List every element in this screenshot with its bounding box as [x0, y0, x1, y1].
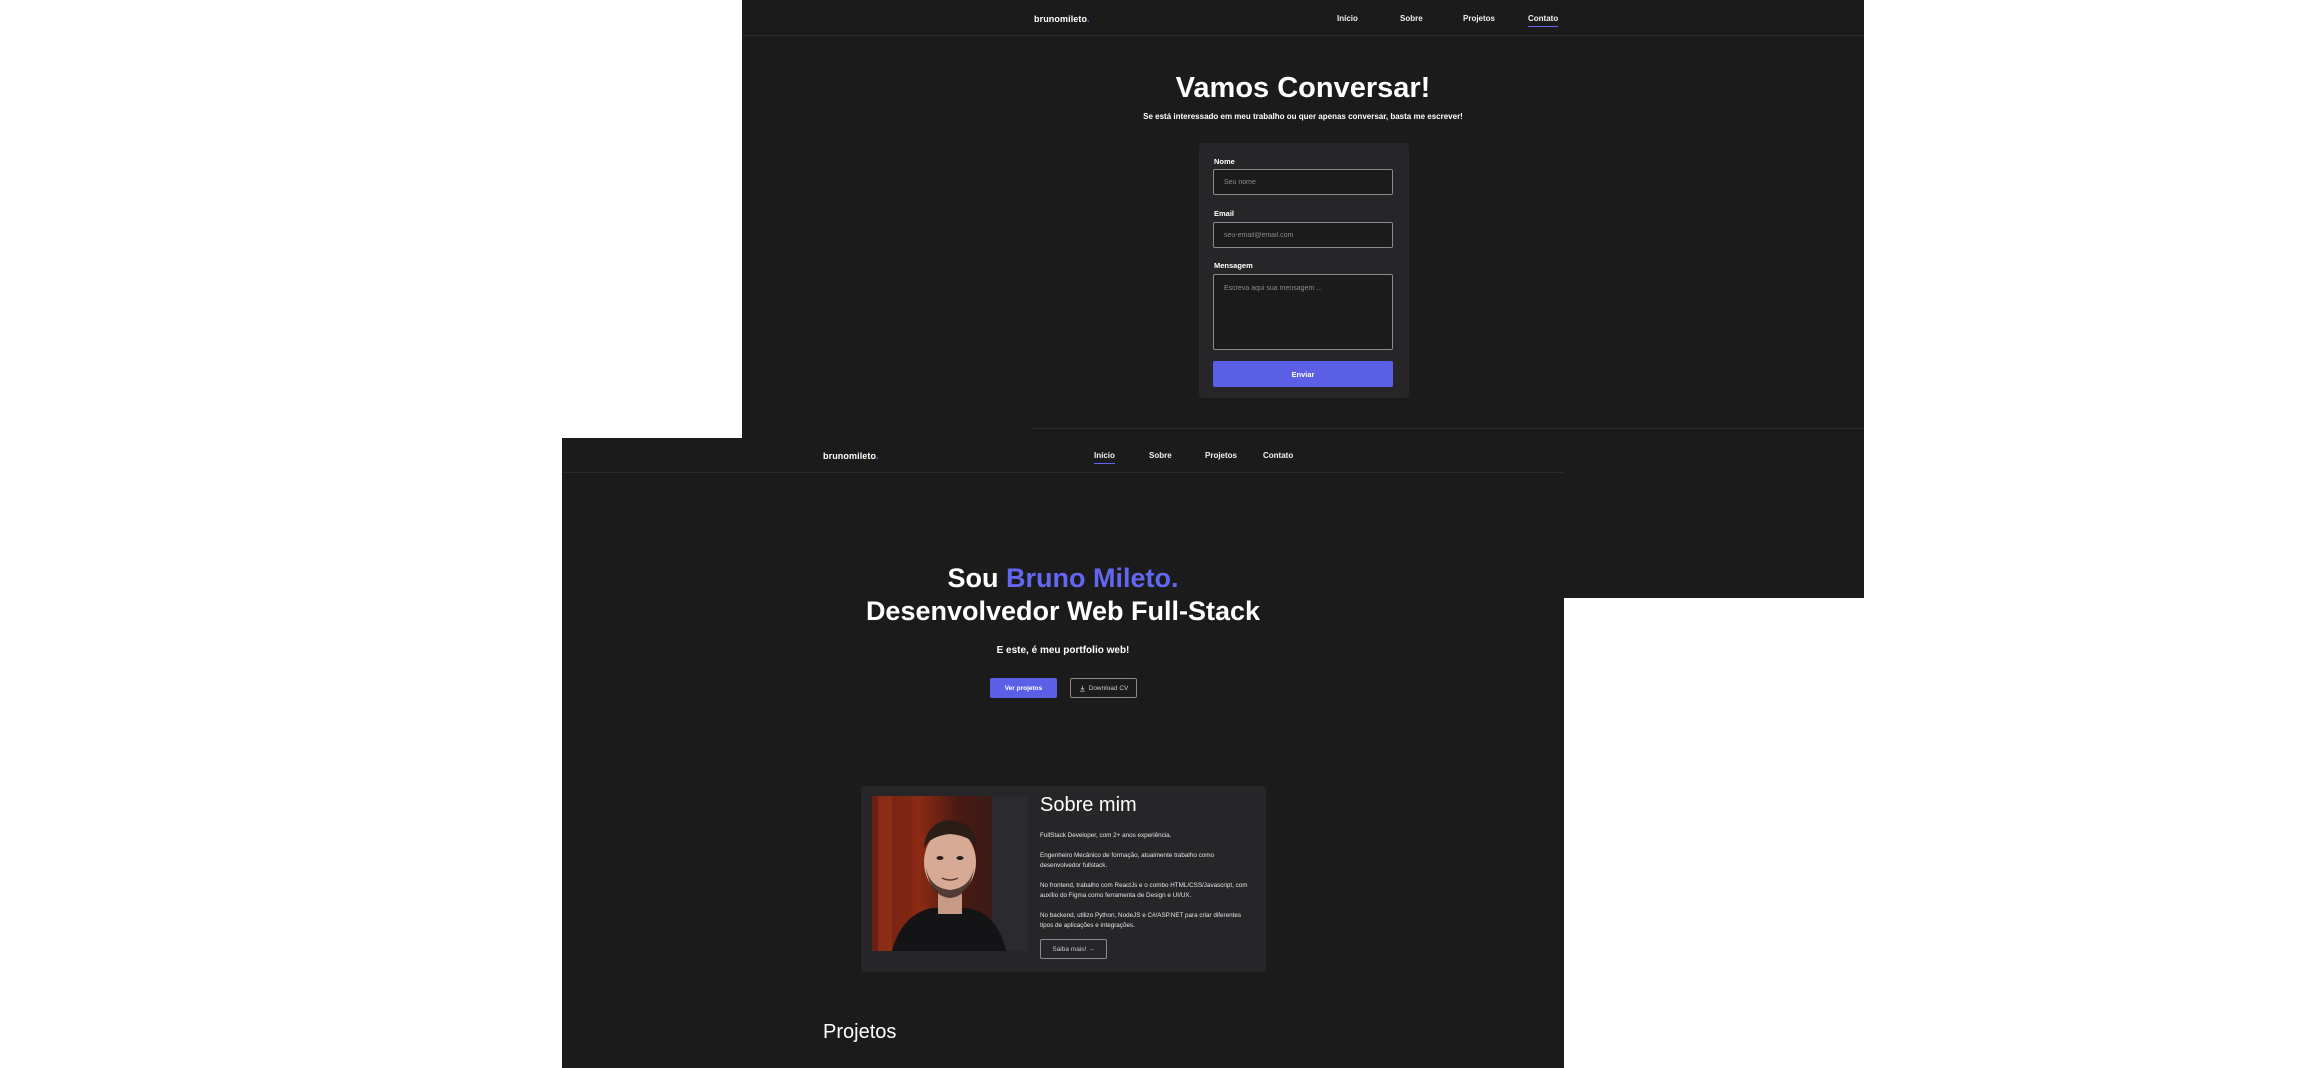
- logo-dot: .: [876, 451, 879, 461]
- logo-text: brunomileto: [1034, 14, 1088, 24]
- contact-form: Nome Email Mensagem Enviar: [1199, 143, 1409, 398]
- about-card: Sobre mim FullStack Developer, com 2+ an…: [861, 786, 1266, 972]
- about-paragraph: Engenheiro Mecânico de formação, atualme…: [1040, 852, 1214, 869]
- nav-link-sobre[interactable]: Sobre: [1400, 14, 1423, 23]
- profile-photo: [872, 796, 1028, 951]
- logo-text: brunomileto: [823, 451, 877, 461]
- site-logo[interactable]: brunomileto.: [823, 451, 879, 461]
- about-paragraph: No frontend, trabalho com ReactJs e o co…: [1040, 882, 1248, 899]
- contact-subtitle: Se está interessado em meu trabalho ou q…: [1143, 112, 1463, 121]
- footer-divider: [1032, 428, 1864, 429]
- about-title: Sobre mim: [1040, 794, 1137, 816]
- learn-more-button[interactable]: Saiba mais! →: [1040, 939, 1107, 959]
- name-label: Nome: [1214, 157, 1235, 166]
- home-page-window: brunomileto. Início Sobre Projetos Conta…: [562, 438, 1564, 1068]
- email-field[interactable]: [1213, 222, 1393, 248]
- logo-dot: .: [1087, 14, 1090, 24]
- hero-heading-line1: Sou Bruno Mileto.: [562, 563, 1564, 594]
- nav-link-inicio[interactable]: Início: [1094, 451, 1115, 464]
- hero-heading-line2: Desenvolvedor Web Full-Stack: [865, 596, 1261, 626]
- about-paragraph: FullStack Developer, com 2+ anos experiê…: [1040, 832, 1172, 839]
- name-field[interactable]: [1213, 169, 1393, 195]
- download-cv-button[interactable]: Download CV: [1070, 678, 1137, 698]
- projects-section-title: Projetos: [823, 1021, 897, 1043]
- email-label: Email: [1214, 209, 1235, 218]
- top-navbar: brunomileto. Início Sobre Projetos Conta…: [562, 438, 1564, 473]
- about-paragraph: No backend, utilizo Python, NodeJS e C#/…: [1040, 912, 1242, 929]
- message-field[interactable]: [1213, 274, 1393, 350]
- nav-link-contato[interactable]: Contato: [1528, 14, 1559, 27]
- view-projects-button[interactable]: Ver projetos: [990, 678, 1057, 698]
- nav-link-projetos[interactable]: Projetos: [1463, 14, 1495, 23]
- hero-name: Bruno Mileto.: [1006, 563, 1179, 593]
- submit-button[interactable]: Enviar: [1213, 361, 1393, 387]
- contact-title: Vamos Conversar!: [1175, 72, 1431, 104]
- top-navbar: brunomileto. Início Sobre Projetos Conta…: [742, 0, 1864, 36]
- download-icon: [1079, 685, 1085, 692]
- message-label: Mensagem: [1214, 261, 1253, 270]
- hero-subtitle: E este, é meu portfolio web!: [996, 645, 1130, 656]
- nav-link-contato[interactable]: Contato: [1263, 451, 1293, 460]
- hero-prefix: Sou: [947, 563, 1006, 593]
- nav-link-sobre[interactable]: Sobre: [1149, 451, 1172, 460]
- nav-link-inicio[interactable]: Início: [1337, 14, 1358, 23]
- download-cv-label: Download CV: [1088, 684, 1129, 692]
- site-logo[interactable]: brunomileto.: [1034, 14, 1090, 24]
- nav-link-projetos[interactable]: Projetos: [1205, 451, 1237, 460]
